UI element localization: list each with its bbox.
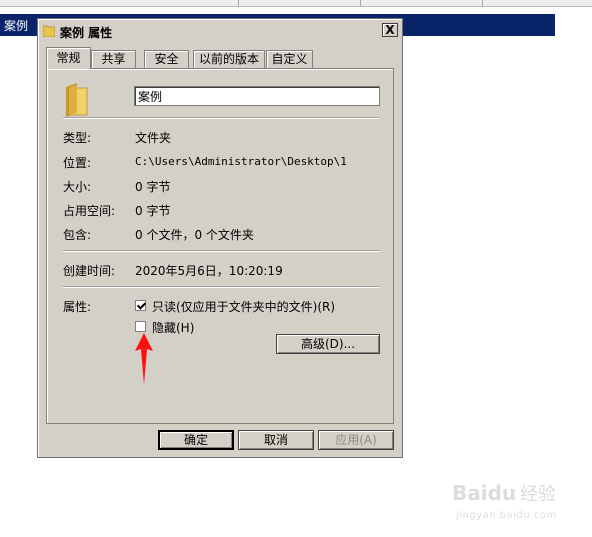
- tab-customize[interactable]: 自定义: [266, 50, 313, 68]
- size-label: 大小:: [63, 180, 92, 194]
- tab-label: 自定义: [271, 52, 308, 66]
- tab-previous-versions[interactable]: 以前的版本: [193, 50, 265, 68]
- type-value: 文件夹: [135, 131, 172, 145]
- location-value: C:\Users\Administrator\Desktop\1: [135, 155, 347, 168]
- annotation-arrow-icon: [135, 333, 153, 385]
- close-icon: X: [385, 23, 395, 37]
- watermark-url: jingyan.baidu.com: [456, 510, 557, 521]
- created-value: 2020年5月6日，10:20:19: [135, 264, 283, 278]
- readonly-label[interactable]: 只读(仅应用于文件夹中的文件)(R): [152, 298, 335, 315]
- size-value: 0 字节: [135, 180, 171, 194]
- advanced-button-label: 高级(D)...: [300, 337, 356, 351]
- size-on-disk-label: 占用空间:: [63, 204, 116, 218]
- contains-value: 0 个文件，0 个文件夹: [135, 228, 254, 242]
- tab-security[interactable]: 安全: [144, 50, 189, 68]
- location-label: 位置:: [63, 156, 92, 170]
- tab-sharing[interactable]: 共享: [91, 50, 136, 68]
- size-on-disk-value: 0 字节: [135, 204, 171, 218]
- close-button[interactable]: X: [382, 23, 398, 37]
- hidden-label[interactable]: 隐藏(H): [152, 319, 194, 336]
- type-label: 类型:: [63, 131, 92, 145]
- cancel-button-label: 取消: [263, 433, 288, 447]
- readonly-checkbox[interactable]: [135, 300, 146, 311]
- separator: [63, 117, 379, 119]
- dialog-titlebar[interactable]: 案例 属性 X: [40, 21, 400, 41]
- separator: [63, 286, 379, 288]
- watermark-brand: Baidu: [452, 481, 517, 505]
- tab-label: 常规: [56, 51, 81, 65]
- column-divider[interactable]: [238, 0, 239, 6]
- separator: [63, 250, 379, 252]
- tab-label: 以前的版本: [198, 52, 259, 66]
- contains-label: 包含:: [63, 228, 92, 242]
- folder-icon: [66, 83, 88, 117]
- created-label: 创建时间:: [63, 264, 116, 278]
- hidden-checkbox[interactable]: [135, 321, 146, 332]
- folder-name-input[interactable]: [134, 86, 380, 106]
- file-row-label: 案例: [4, 19, 29, 33]
- tab-label: 共享: [101, 52, 126, 66]
- folder-icon: [43, 25, 55, 37]
- properties-dialog: 案例 属性 X 常规 共享 安全 以前的版本 自定义 类型: 文件夹: [37, 18, 403, 458]
- general-tab-panel: 类型: 文件夹 位置: C:\Users\Administrator\Deskt…: [46, 68, 394, 424]
- cancel-button[interactable]: 取消: [238, 430, 314, 450]
- column-divider[interactable]: [360, 0, 361, 6]
- apply-button-label: 应用(A): [335, 433, 377, 447]
- watermark: Baidu 经验: [452, 480, 556, 506]
- ok-button-label: 确定: [183, 433, 208, 447]
- dialog-title: 案例 属性: [60, 26, 113, 40]
- column-divider[interactable]: [482, 0, 483, 6]
- apply-button[interactable]: 应用(A): [318, 430, 394, 450]
- list-header: [0, 0, 592, 7]
- advanced-button[interactable]: 高级(D)...: [276, 334, 380, 354]
- attributes-label: 属性:: [63, 300, 92, 314]
- ok-button[interactable]: 确定: [158, 430, 234, 450]
- watermark-suffix: 经验: [519, 484, 556, 505]
- tab-general[interactable]: 常规: [46, 47, 91, 69]
- tab-label: 安全: [154, 52, 179, 66]
